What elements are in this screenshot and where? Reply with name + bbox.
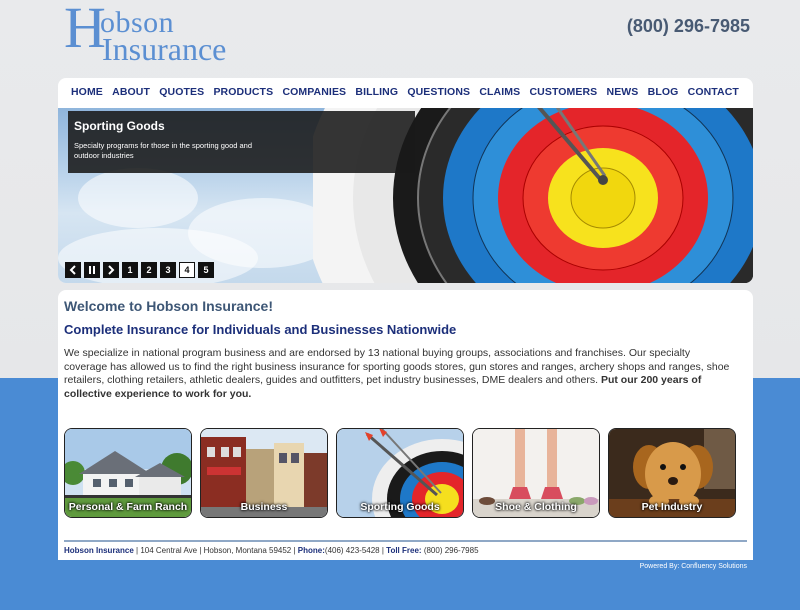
tile-business[interactable]: Business [200,428,328,518]
tile-label: Shoe & Clothing [495,501,577,513]
pause-icon[interactable] [84,262,100,278]
footer-divider [64,540,747,542]
nav-customers[interactable]: CUSTOMERS [529,86,597,98]
nav-billing[interactable]: BILLING [355,86,398,98]
chevron-left-icon[interactable] [65,262,81,278]
slide-page-3[interactable]: 3 [160,262,176,278]
slide-page-5[interactable]: 5 [198,262,214,278]
slide-page-1[interactable]: 1 [122,262,138,278]
slide-page-4[interactable]: 4 [179,262,195,278]
tile-pet-industry[interactable]: Pet Industry [608,428,736,518]
intro-paragraph: We specialize in national program busine… [64,347,734,402]
nav-about[interactable]: ABOUT [112,86,150,98]
header-phone: (800) 296-7985 [626,16,750,36]
footer-tollfree: (800) 296-7985 [423,546,479,555]
tile-label: Pet Industry [641,501,703,513]
powered-by-link[interactable]: Powered By: Confluency Solutions [640,563,747,570]
nav-companies[interactable]: COMPANIES [282,86,346,98]
slider-controls: 1 2 3 4 5 [65,262,214,278]
footer-contact: Hobson Insurance | 104 Central Ave | Hob… [64,546,479,555]
slide-description: Specialty programs for those in the spor… [74,141,253,160]
nav-blog[interactable]: BLOG [648,86,679,98]
footer-company: Hobson Insurance [64,546,134,555]
category-tiles: Personal & Farm Ranch Business Sporting … [64,428,736,518]
content-card: Welcome to Hobson Insurance! Complete In… [58,290,753,560]
slide-caption: Sporting Goods Specialty programs for th… [68,111,415,173]
nav-news[interactable]: NEWS [607,86,639,98]
tile-sporting-goods[interactable]: Sporting Goods [336,428,464,518]
logo-word-insurance: Insurance [102,31,227,67]
tile-label: Sporting Goods [360,501,440,513]
main-nav: HOME ABOUT QUOTES PRODUCTS COMPANIES BIL… [58,78,753,106]
tile-shoe-clothing[interactable]: Shoe & Clothing [472,428,600,518]
subheading: Complete Insurance for Individuals and B… [64,322,457,337]
nav-questions[interactable]: QUESTIONS [407,86,470,98]
footer-tollfree-label: Toll Free: [386,546,422,555]
hero-slider[interactable]: Sporting Goods Specialty programs for th… [58,108,753,283]
tile-label: Business [240,501,288,513]
logo[interactable]: H obson Insurance [64,0,264,75]
nav-contact[interactable]: CONTACT [688,86,739,98]
footer-phone-label: Phone: [297,546,325,555]
nav-quotes[interactable]: QUOTES [159,86,204,98]
tile-label: Personal & Farm Ranch [68,501,188,513]
nav-claims[interactable]: CLAIMS [479,86,520,98]
nav-home[interactable]: HOME [71,86,103,98]
tile-personal-farm-ranch[interactable]: Personal & Farm Ranch [64,428,192,518]
chevron-right-icon[interactable] [103,262,119,278]
footer-address: | 104 Central Ave | Hobson, Montana 5945… [136,546,296,555]
welcome-heading: Welcome to Hobson Insurance! [64,298,273,314]
slide-page-2[interactable]: 2 [141,262,157,278]
nav-products[interactable]: PRODUCTS [213,86,273,98]
footer-phone: (406) 423-5428 | [324,546,384,555]
slide-title: Sporting Goods [74,119,165,133]
top-card: HOME ABOUT QUOTES PRODUCTS COMPANIES BIL… [58,78,753,283]
